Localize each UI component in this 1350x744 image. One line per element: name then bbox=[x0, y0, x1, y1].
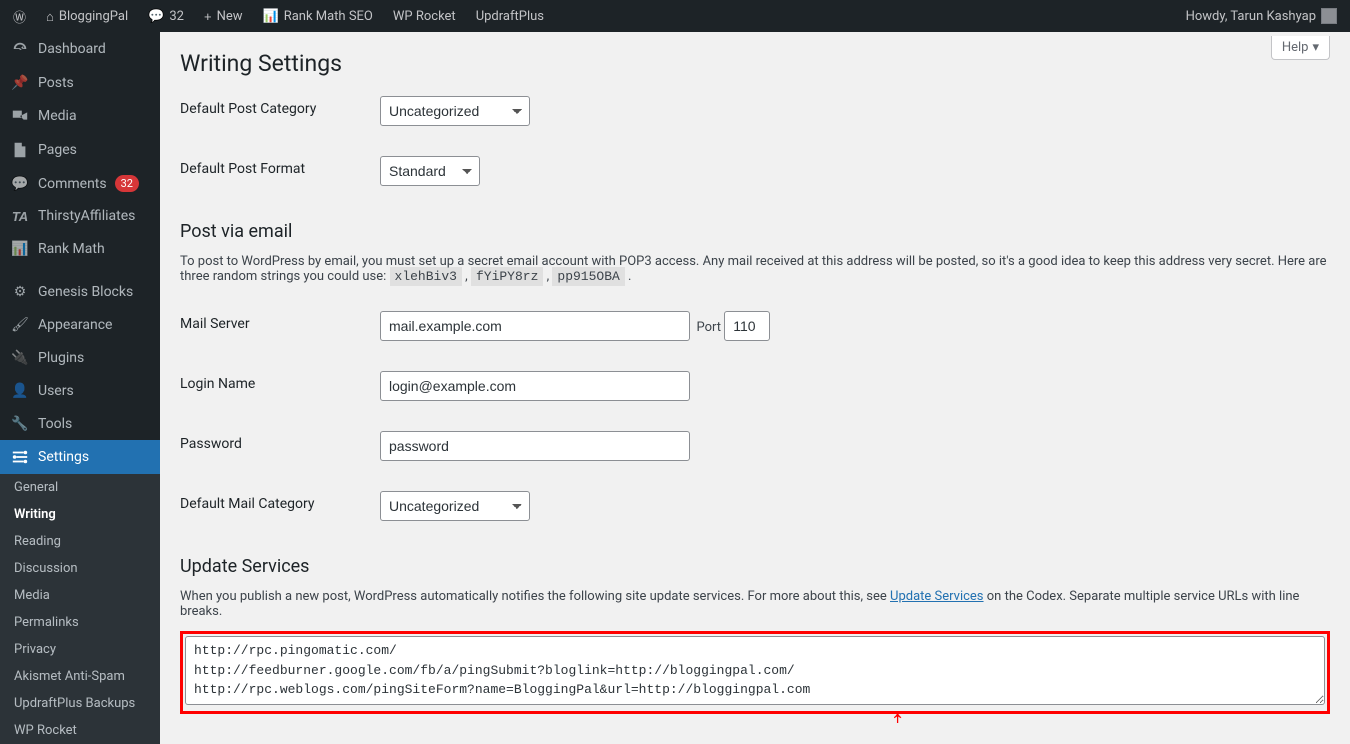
default-cat-label: Default Post Category bbox=[180, 81, 380, 141]
sidebar-item-rankmath[interactable]: 📊Rank Math bbox=[0, 232, 160, 265]
sidebar-item-tools[interactable]: 🔧Tools bbox=[0, 407, 160, 440]
page-title: Writing Settings bbox=[180, 32, 1330, 81]
password-input[interactable] bbox=[380, 431, 690, 461]
update-services-heading: Update Services bbox=[180, 536, 1330, 577]
sub-wprocket[interactable]: WP Rocket bbox=[0, 717, 160, 744]
comment-badge: 32 bbox=[115, 175, 139, 192]
main-content: Help▾ Writing Settings Default Post Cate… bbox=[160, 32, 1350, 723]
admin-sidebar: Dashboard 📌Posts Media Pages 💬Comments 3… bbox=[0, 32, 160, 723]
sub-permalinks[interactable]: Permalinks bbox=[0, 609, 160, 636]
mail-server-label: Mail Server bbox=[180, 296, 380, 356]
sidebar-item-dashboard[interactable]: Dashboard bbox=[0, 32, 160, 66]
sub-reading[interactable]: Reading bbox=[0, 528, 160, 555]
rankmath-bar[interactable]: 📊Rank Math SEO bbox=[258, 0, 378, 32]
avatar bbox=[1321, 8, 1337, 24]
update-services-description: When you publish a new post, WordPress a… bbox=[180, 589, 1330, 619]
updraft-bar[interactable]: UpdraftPlus bbox=[471, 0, 549, 32]
dashboard-icon bbox=[10, 40, 30, 58]
port-label: Port bbox=[696, 320, 721, 335]
annotation-arrow-icon: ↑ bbox=[890, 712, 905, 724]
code1: xlehBiv3 bbox=[390, 267, 462, 286]
sub-writing[interactable]: Writing bbox=[0, 501, 160, 528]
sidebar-item-settings[interactable]: Settings bbox=[0, 440, 160, 474]
plugin-icon: 🔌 bbox=[10, 349, 30, 366]
annotation-box: http://rpc.pingomatic.com/ http://feedbu… bbox=[180, 631, 1330, 714]
default-format-label: Default Post Format bbox=[180, 141, 380, 201]
sidebar-item-comments[interactable]: 💬Comments 32 bbox=[0, 167, 160, 200]
sub-discussion[interactable]: Discussion bbox=[0, 555, 160, 582]
user-icon: 👤 bbox=[10, 382, 30, 399]
settings-submenu: General Writing Reading Discussion Media… bbox=[0, 474, 160, 744]
sidebar-item-users[interactable]: 👤Users bbox=[0, 374, 160, 407]
port-input[interactable] bbox=[724, 311, 770, 341]
page-icon bbox=[10, 141, 30, 159]
ta-icon: TA bbox=[10, 209, 30, 224]
default-mail-cat-label: Default Mail Category bbox=[180, 476, 380, 536]
site-link[interactable]: ⌂BloggingPal bbox=[41, 0, 133, 32]
wp-logo[interactable]: Ⓦ bbox=[8, 0, 31, 32]
new-content[interactable]: +New bbox=[199, 0, 248, 32]
default-mail-cat-select[interactable]: Uncategorized bbox=[380, 491, 530, 521]
sub-media[interactable]: Media bbox=[0, 582, 160, 609]
ping-sites-textarea[interactable]: http://rpc.pingomatic.com/ http://feedbu… bbox=[185, 636, 1325, 705]
sidebar-item-plugins[interactable]: 🔌Plugins bbox=[0, 341, 160, 374]
sidebar-item-pages[interactable]: Pages bbox=[0, 133, 160, 167]
login-input[interactable] bbox=[380, 371, 690, 401]
admin-bar: Ⓦ ⌂BloggingPal 💬32 +New 📊Rank Math SEO W… bbox=[0, 0, 1350, 32]
wprocket-bar[interactable]: WP Rocket bbox=[388, 0, 461, 32]
rankmath-icon: 📊 bbox=[10, 240, 30, 257]
email-description: To post to WordPress by email, you must … bbox=[180, 254, 1330, 284]
sidebar-item-thirsty[interactable]: TAThirstyAffiliates bbox=[0, 200, 160, 232]
post-via-email-heading: Post via email bbox=[180, 201, 1330, 242]
default-format-select[interactable]: Standard bbox=[380, 156, 480, 186]
sub-general[interactable]: General bbox=[0, 474, 160, 501]
sidebar-item-appearance[interactable]: 🖌Appearance bbox=[0, 308, 160, 341]
chevron-down-icon: ▾ bbox=[1312, 40, 1319, 55]
genesis-icon: ⚙ bbox=[10, 283, 30, 300]
comments-link[interactable]: 💬32 bbox=[143, 0, 189, 32]
password-label: Password bbox=[180, 416, 380, 476]
comment-icon: 💬 bbox=[10, 175, 30, 192]
mail-server-input[interactable] bbox=[380, 311, 690, 341]
wrench-icon: 🔧 bbox=[10, 415, 30, 432]
settings-icon bbox=[10, 448, 30, 466]
update-services-link[interactable]: Update Services bbox=[890, 589, 984, 604]
sidebar-item-posts[interactable]: 📌Posts bbox=[0, 66, 160, 99]
code3: pp915OBA bbox=[552, 267, 624, 286]
sub-updraft[interactable]: UpdraftPlus Backups bbox=[0, 690, 160, 717]
default-cat-select[interactable]: Uncategorized bbox=[380, 96, 530, 126]
sidebar-item-genesis[interactable]: ⚙Genesis Blocks bbox=[0, 275, 160, 308]
code2: fYiPY8rz bbox=[471, 267, 543, 286]
brush-icon: 🖌 bbox=[10, 316, 30, 333]
pin-icon: 📌 bbox=[10, 74, 30, 91]
howdy[interactable]: Howdy, Tarun Kashyap bbox=[1181, 0, 1342, 32]
media-icon bbox=[10, 107, 30, 125]
sub-privacy[interactable]: Privacy bbox=[0, 636, 160, 663]
help-tab[interactable]: Help▾ bbox=[1271, 36, 1330, 60]
login-label: Login Name bbox=[180, 356, 380, 416]
sidebar-item-media[interactable]: Media bbox=[0, 99, 160, 133]
sub-akismet[interactable]: Akismet Anti-Spam bbox=[0, 663, 160, 690]
